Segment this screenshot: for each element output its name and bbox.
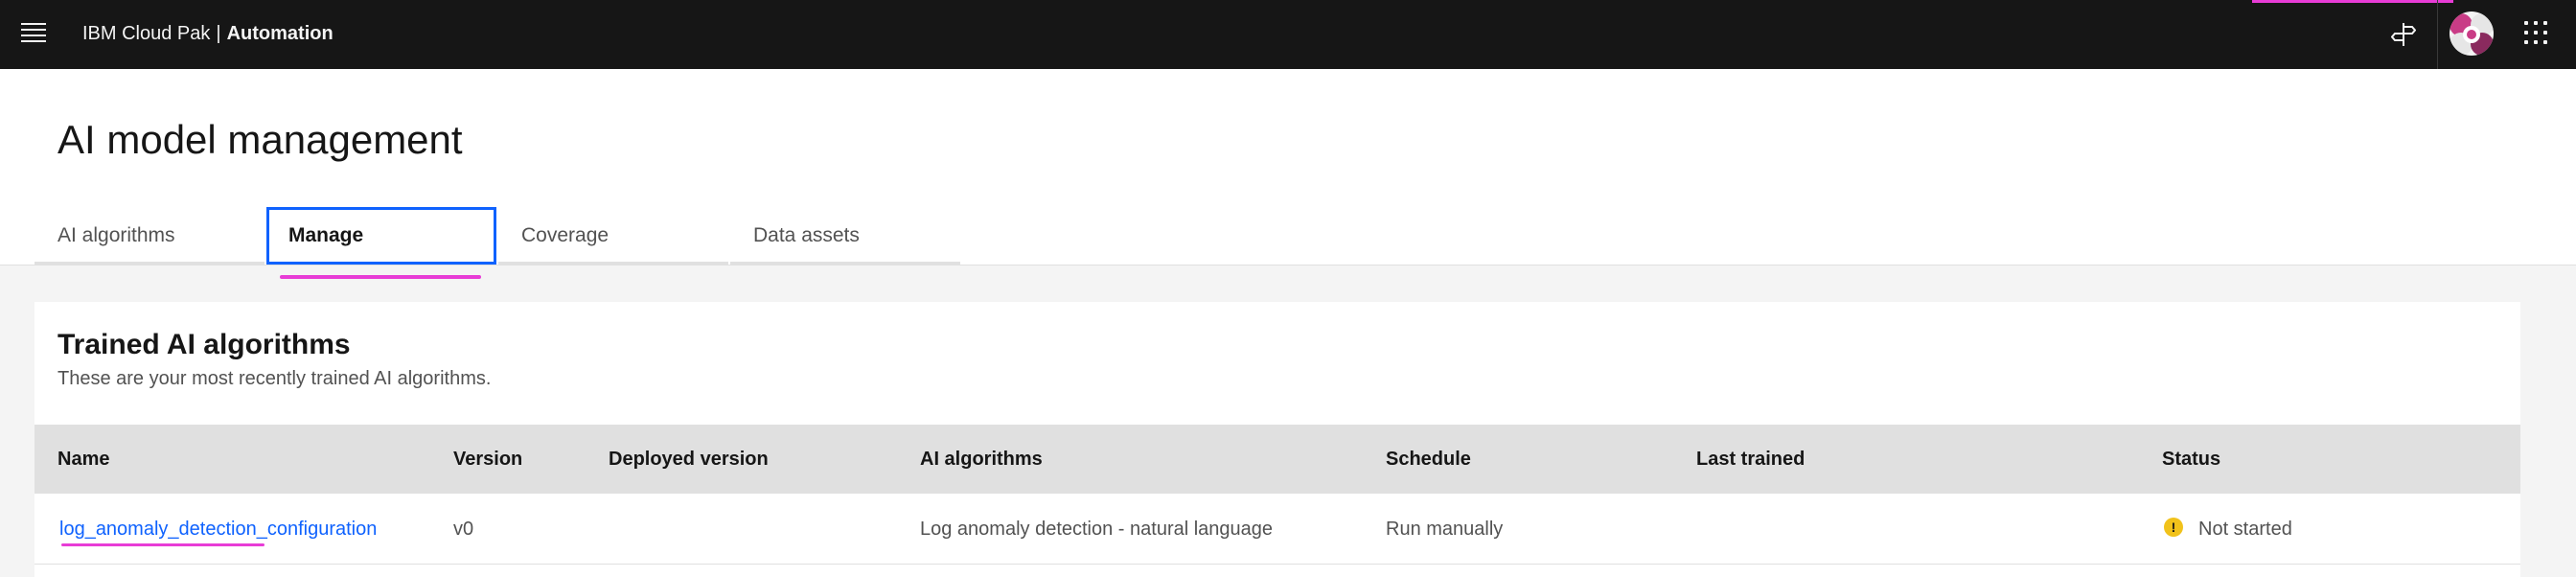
avatar[interactable] — [2450, 12, 2494, 56]
schedule-cell: Run manually — [1386, 519, 1504, 540]
tab-manage[interactable]: Manage — [266, 207, 496, 265]
column-header-schedule[interactable]: Schedule — [1386, 425, 1471, 494]
column-header-status[interactable]: Status — [2162, 425, 2220, 494]
page-header: AI model management AI algorithms Manage… — [0, 69, 2576, 265]
signpost-icon[interactable] — [2386, 17, 2421, 52]
status-cell: Not started — [2164, 494, 2292, 565]
trained-algorithms-card: Trained AI algorithms These are your mos… — [34, 302, 2520, 577]
menu-icon[interactable] — [21, 23, 46, 44]
brand-product: Automation — [226, 23, 334, 44]
column-header-last-trained[interactable]: Last trained — [1696, 425, 1805, 494]
tab-highlight — [280, 275, 481, 279]
warning-icon — [2164, 517, 2183, 537]
column-header-name[interactable]: Name — [58, 425, 109, 494]
table-header: Name Version Deployed version AI algorit… — [34, 425, 2520, 494]
status-text: Not started — [2198, 519, 2292, 540]
brand-separator: | — [216, 23, 221, 44]
page-title: AI model management — [58, 117, 463, 162]
trained-algorithms-table: Name Version Deployed version AI algorit… — [34, 425, 2520, 565]
card-title: Trained AI algorithms — [58, 329, 351, 360]
tab-coverage[interactable]: Coverage — [498, 207, 728, 265]
header-highlight — [2252, 0, 2453, 3]
card-subtitle: These are your most recently trained AI … — [58, 368, 492, 389]
column-header-version[interactable]: Version — [453, 425, 522, 494]
tab-ai-algorithms[interactable]: AI algorithms — [34, 207, 264, 265]
link-highlight — [61, 543, 264, 546]
header-divider — [2437, 0, 2438, 69]
column-header-ai-algorithms[interactable]: AI algorithms — [920, 425, 1043, 494]
app-switcher-icon[interactable] — [2524, 21, 2551, 48]
column-header-deployed-version[interactable]: Deployed version — [609, 425, 769, 494]
table-row: log_anomaly_detection_configuration v0 L… — [34, 494, 2520, 565]
tab-data-assets[interactable]: Data assets — [730, 207, 960, 265]
algorithm-name-link[interactable]: log_anomaly_detection_configuration — [59, 494, 377, 565]
brand-prefix: IBM Cloud Pak — [82, 23, 211, 44]
ai-algorithms-cell: Log anomaly detection - natural language — [920, 519, 1274, 540]
version-cell: v0 — [453, 519, 474, 540]
brand-name[interactable]: IBM Cloud Pak | Automation — [82, 21, 334, 46]
top-header: IBM Cloud Pak | Automation — [0, 0, 2576, 69]
